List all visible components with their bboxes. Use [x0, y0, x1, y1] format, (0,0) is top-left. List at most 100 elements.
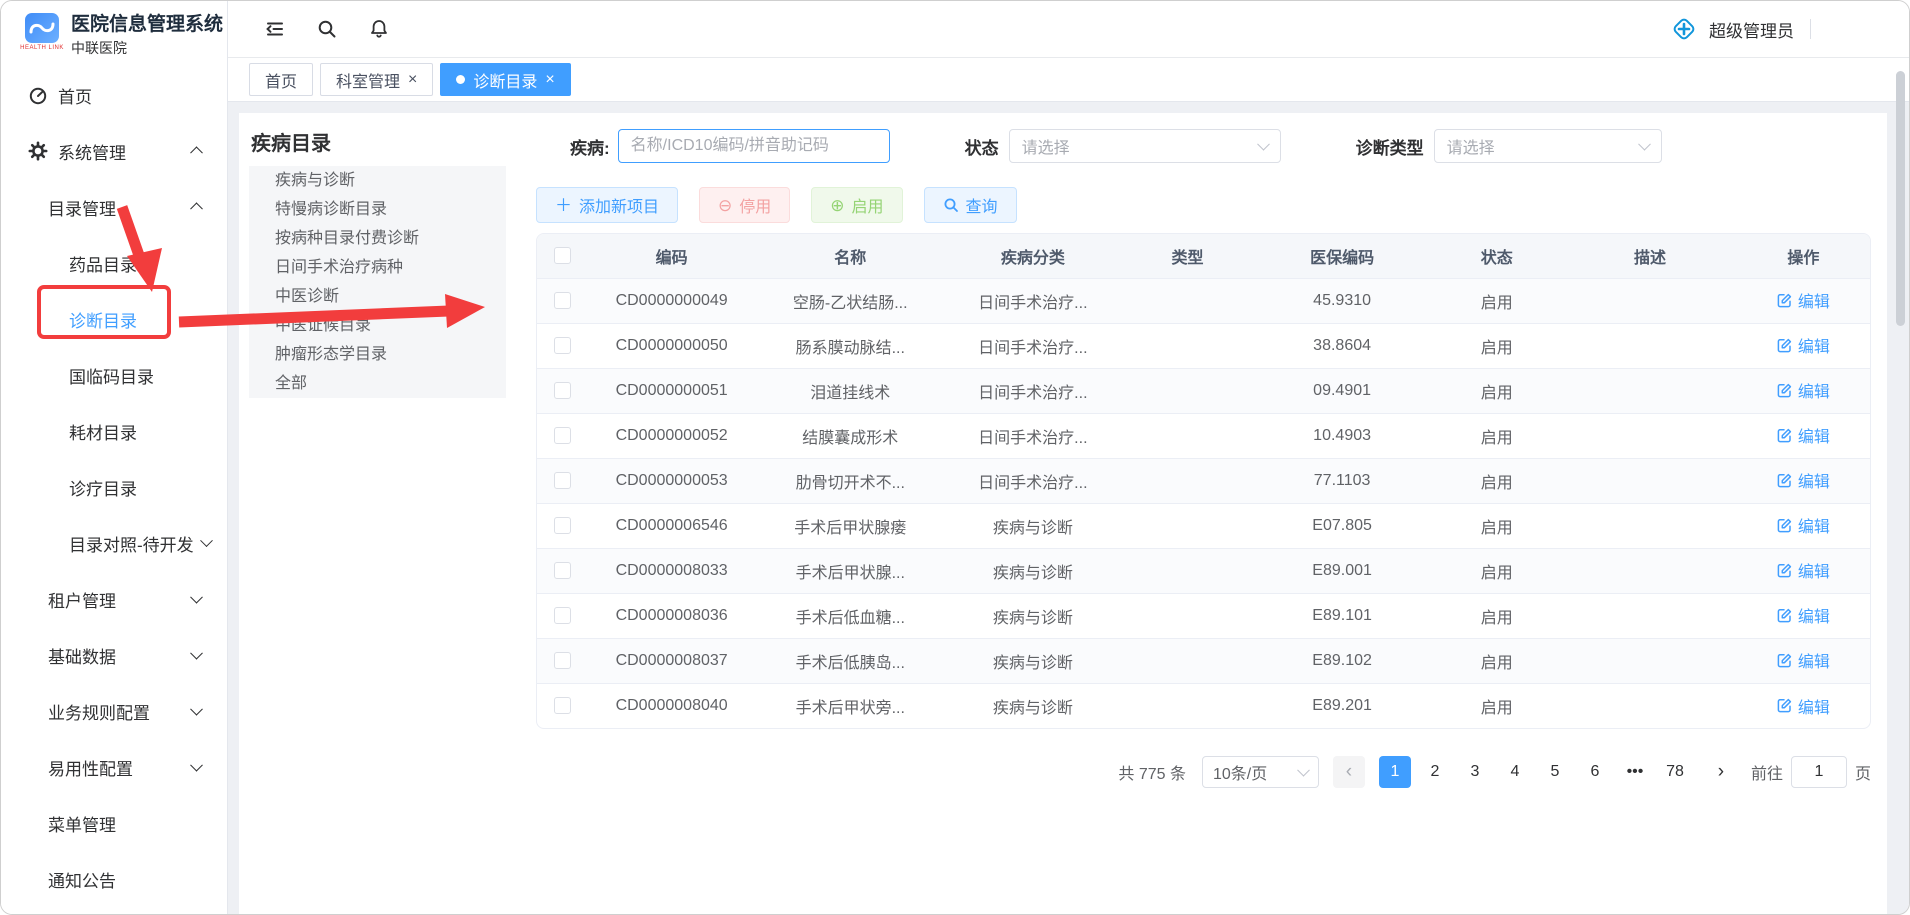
tab-home[interactable]: 首页 — [249, 63, 313, 96]
hospital-logo-icon — [25, 13, 59, 43]
enable-button[interactable]: ⊕ 启用 — [811, 187, 902, 223]
page-button[interactable]: 2 — [1419, 756, 1451, 788]
edit-pen-icon — [1777, 518, 1792, 533]
goto-page-input[interactable] — [1791, 756, 1847, 788]
scrollbar-thumb[interactable] — [1896, 71, 1905, 326]
row-checkbox[interactable] — [554, 472, 571, 489]
tree-item[interactable]: 特慢病诊断目录 — [249, 195, 506, 224]
sidebar-item-usability-config[interactable]: 易用性配置 — [1, 739, 227, 795]
tab-close-icon[interactable]: × — [545, 72, 554, 88]
app-subtitle: 中联医院 — [71, 38, 223, 58]
page-button[interactable]: 78 — [1659, 756, 1691, 788]
tree-item[interactable]: 按病种目录付费诊断 — [249, 224, 506, 253]
app-title: 医院信息管理系统 — [71, 13, 223, 36]
row-checkbox[interactable] — [554, 517, 571, 534]
sidebar-item-menu-mgmt[interactable]: 菜单管理 — [1, 795, 227, 851]
sidebar-item-base-data[interactable]: 基础数据 — [1, 627, 227, 683]
row-checkbox[interactable] — [554, 382, 571, 399]
select-all-checkbox[interactable] — [554, 247, 571, 264]
cell-code: CD0000008040 — [588, 683, 756, 728]
cell-code: CD0000006546 — [588, 503, 756, 548]
page-button[interactable]: 4 — [1499, 756, 1531, 788]
sidebar-item-national-code-catalog[interactable]: 国临码目录 — [1, 347, 227, 403]
minus-circle-icon: ⊖ — [718, 197, 732, 214]
edit-link[interactable]: 编辑 — [1777, 333, 1830, 357]
column-header-description: 描述 — [1563, 234, 1736, 278]
topbar-divider — [1810, 19, 1811, 39]
cell-description — [1563, 458, 1736, 503]
row-checkbox[interactable] — [554, 562, 571, 579]
page-button[interactable]: ••• — [1619, 756, 1651, 788]
sidebar-item-home[interactable]: 首页 — [1, 67, 227, 123]
page-button[interactable]: 5 — [1539, 756, 1571, 788]
edit-link[interactable]: 编辑 — [1777, 603, 1830, 627]
query-button[interactable]: 查询 — [924, 187, 1017, 223]
edit-link[interactable]: 编辑 — [1777, 694, 1830, 718]
main-area: 超级管理员 首页 科室管理 × 诊断目录 × 疾病目录 — [228, 1, 1909, 914]
add-item-button[interactable]: ＋ 添加新项目 — [536, 187, 678, 223]
tree-item[interactable]: 中医诊断 — [249, 282, 506, 311]
tab-diagnosis-catalog[interactable]: 诊断目录 × — [440, 63, 570, 96]
edit-link[interactable]: 编辑 — [1777, 558, 1830, 582]
column-header-insurance-code: 医保编码 — [1254, 234, 1430, 278]
sidebar-item-treatment-catalog[interactable]: 诊疗目录 — [1, 459, 227, 515]
edit-link[interactable]: 编辑 — [1777, 648, 1830, 672]
tree-item[interactable]: 全部 — [249, 369, 506, 398]
row-checkbox[interactable] — [554, 337, 571, 354]
tree-item[interactable]: 日间手术治疗病种 — [249, 253, 506, 282]
search-icon[interactable] — [316, 18, 338, 40]
edit-pen-icon — [1777, 383, 1792, 398]
table-area: 疾病: 状态 请选择 诊断类型 请选择 — [511, 125, 1879, 914]
row-checkbox[interactable] — [554, 697, 571, 714]
disable-button[interactable]: ⊖ 停用 — [699, 187, 790, 223]
sidebar-item-catalog-mgmt[interactable]: 目录管理 — [1, 179, 227, 235]
page-button[interactable]: 6 — [1579, 756, 1611, 788]
page-button[interactable]: 1 — [1379, 756, 1411, 788]
row-checkbox[interactable] — [554, 607, 571, 624]
user-hospital-icon[interactable] — [1669, 14, 1699, 44]
sidebar-item-catalog-compare[interactable]: 目录对照-待开发 — [1, 515, 227, 571]
next-page-button[interactable]: › — [1705, 756, 1737, 788]
tree-item[interactable]: 肿瘤形态学目录 — [249, 340, 506, 369]
row-checkbox[interactable] — [554, 427, 571, 444]
cell-description — [1563, 413, 1736, 458]
tree-item[interactable]: 疾病与诊断 — [249, 166, 506, 195]
edit-link[interactable]: 编辑 — [1777, 378, 1830, 402]
edit-link[interactable]: 编辑 — [1777, 423, 1830, 447]
bell-icon[interactable] — [368, 18, 390, 40]
cell-status: 启用 — [1430, 278, 1563, 323]
sidebar-item-drug-catalog[interactable]: 药品目录 — [1, 235, 227, 291]
sidebar-menu: 首页 系统管理 目录管理 药品目录 — [1, 65, 227, 907]
sidebar-item-system-mgmt[interactable]: 系统管理 — [1, 123, 227, 179]
row-checkbox[interactable] — [554, 652, 571, 669]
status-select[interactable]: 请选择 — [1009, 129, 1281, 163]
disease-search-input[interactable] — [618, 129, 890, 163]
diagnosis-type-select[interactable]: 请选择 — [1434, 129, 1662, 163]
page-size-select[interactable]: 10条/页 — [1202, 756, 1319, 788]
page-buttons: 1 2 3 4 5 6 •• — [1379, 756, 1691, 788]
active-tab-dot-icon — [456, 75, 465, 84]
tab-department-mgmt[interactable]: 科室管理 × — [320, 63, 433, 96]
sidebar-item-notice[interactable]: 通知公告 — [1, 851, 227, 907]
edit-link[interactable]: 编辑 — [1777, 513, 1830, 537]
cell-category: 日间手术治疗... — [945, 323, 1121, 368]
cell-name: 手术后低血糖... — [756, 593, 945, 638]
row-checkbox[interactable] — [554, 292, 571, 309]
sidebar-item-consumables-catalog[interactable]: 耗材目录 — [1, 403, 227, 459]
cell-insurance-code: 77.1103 — [1254, 458, 1430, 503]
cell-type — [1121, 323, 1254, 368]
user-name[interactable]: 超级管理员 — [1709, 17, 1794, 42]
sidebar-item-diagnosis-catalog[interactable]: 诊断目录 — [1, 291, 227, 347]
page-button[interactable]: 3 — [1459, 756, 1491, 788]
tab-close-icon[interactable]: × — [408, 72, 417, 88]
sidebar-item-business-rules[interactable]: 业务规则配置 — [1, 683, 227, 739]
cell-code: CD0000000053 — [588, 458, 756, 503]
cell-description — [1563, 593, 1736, 638]
edit-link[interactable]: 编辑 — [1777, 288, 1830, 312]
sidebar-item-tenant-mgmt[interactable]: 租户管理 — [1, 571, 227, 627]
tree-item[interactable]: 中医证候目录 — [249, 311, 506, 340]
cell-type — [1121, 683, 1254, 728]
fold-sidebar-icon[interactable] — [264, 18, 286, 40]
prev-page-button[interactable]: ‹ — [1333, 756, 1365, 788]
edit-link[interactable]: 编辑 — [1777, 468, 1830, 492]
